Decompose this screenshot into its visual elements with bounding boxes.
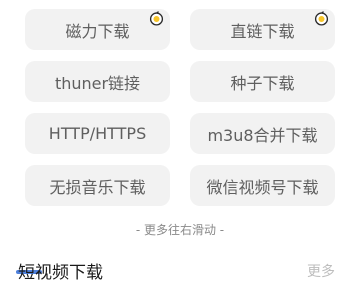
download-panel: 磁力下载 直链下载 thuner链接 种子下载 HTTP/HTTPS m3u8合… (0, 0, 360, 282)
new-badge-icon (149, 11, 164, 26)
tile-label: 种子下载 (230, 73, 295, 93)
magnet-download-button[interactable]: 磁力下载 (25, 9, 170, 50)
torrent-download-button[interactable]: 种子下载 (190, 61, 335, 102)
more-link[interactable]: 更多 (307, 261, 335, 281)
tile-label: thuner链接 (54, 73, 141, 93)
tile-label: 直链下载 (230, 21, 295, 41)
tile-label: HTTP/HTTPS (48, 124, 147, 143)
wechat-channels-download-button[interactable]: 微信视频号下载 (190, 165, 335, 206)
tile-label: 磁力下载 (65, 21, 130, 41)
direct-link-download-button[interactable]: 直链下载 (190, 9, 335, 50)
lossless-music-download-button[interactable]: 无损音乐下载 (25, 165, 170, 206)
http-https-button[interactable]: HTTP/HTTPS (25, 113, 170, 154)
section-title: 短视频下载 (18, 263, 103, 282)
tile-label: 微信视频号下载 (206, 177, 319, 197)
scroll-hint: - 更多往右滑动 - (135, 223, 225, 237)
download-options-grid: 磁力下载 直链下载 thuner链接 种子下载 HTTP/HTTPS m3u8合… (25, 9, 335, 206)
new-badge-icon (314, 11, 329, 26)
m3u8-merge-download-button[interactable]: m3u8合并下载 (190, 113, 335, 154)
thunder-link-button[interactable]: thuner链接 (25, 61, 170, 102)
tile-label: 无损音乐下载 (49, 177, 146, 197)
tile-label: m3u8合并下载 (207, 125, 318, 145)
